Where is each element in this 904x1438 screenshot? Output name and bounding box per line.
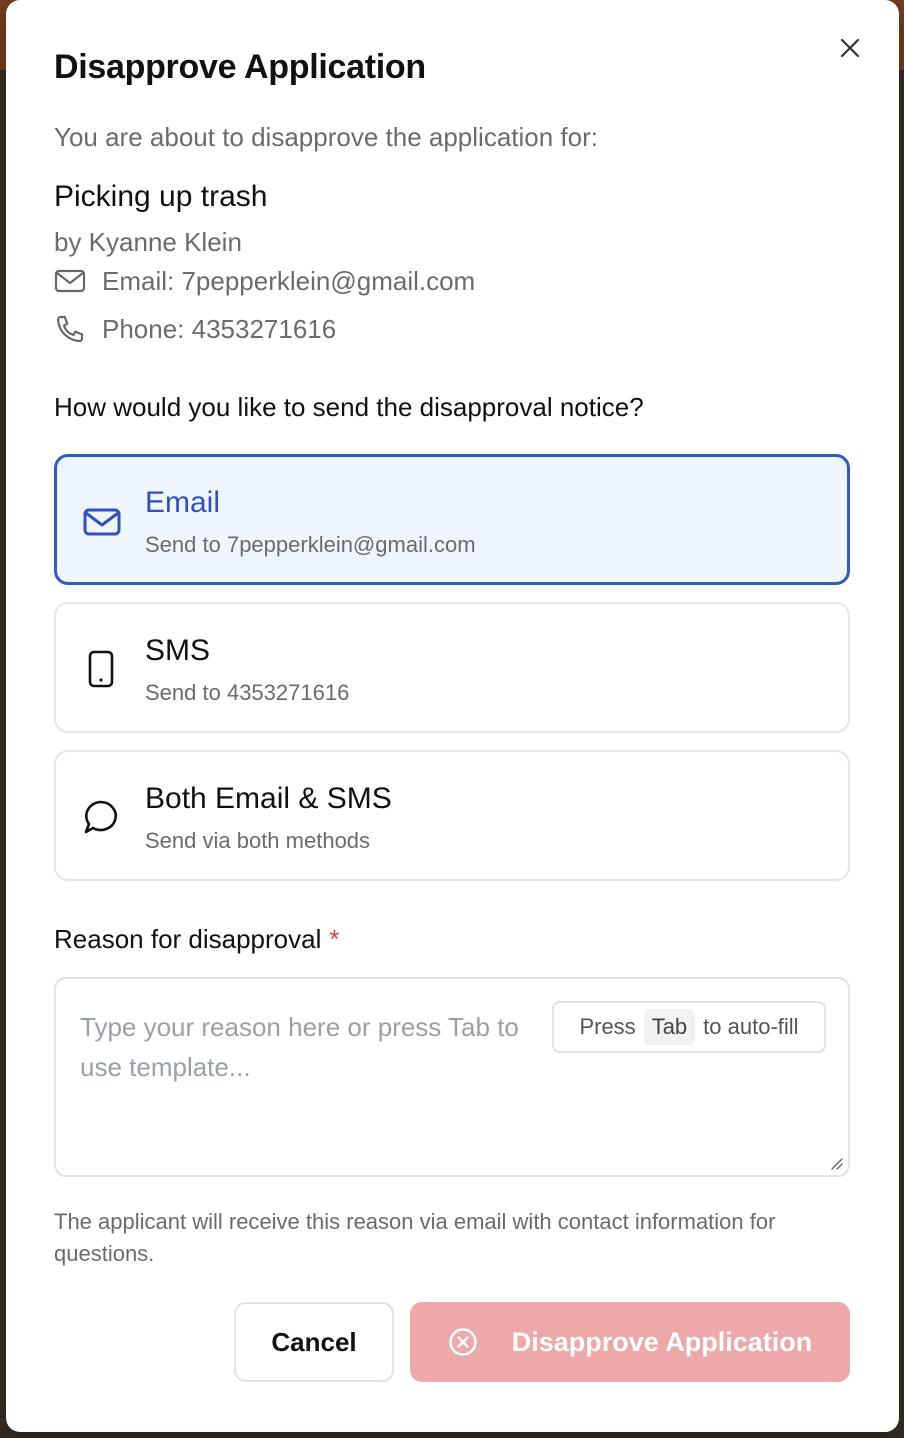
disapprove-dialog: Disapprove Application You are about to … xyxy=(6,0,899,1432)
hint-prefix: Press xyxy=(579,1014,636,1039)
application-name: Picking up trash xyxy=(54,180,268,213)
cancel-button[interactable]: Cancel xyxy=(234,1302,394,1382)
disapprove-button[interactable]: Disapprove Application xyxy=(410,1302,850,1382)
disapprove-button-label: Disapprove Application xyxy=(511,1326,813,1357)
required-indicator: * xyxy=(329,924,340,954)
tab-key-badge: Tab xyxy=(643,1009,696,1045)
close-icon xyxy=(840,38,860,58)
mail-icon xyxy=(81,501,123,543)
option-subtitle: Send to 4353271616 xyxy=(145,680,350,705)
autofill-hint: Press Tab to auto-fill xyxy=(552,1001,826,1053)
reason-field: Press Tab to auto-fill xyxy=(54,977,850,1177)
phone-icon xyxy=(54,313,86,345)
close-button[interactable] xyxy=(832,30,868,66)
delivery-option-email[interactable]: Email Send to 7pepperklein@gmail.com xyxy=(54,454,850,585)
chat-bubble-icon xyxy=(80,796,122,838)
x-circle-icon xyxy=(449,1328,477,1356)
dialog-subtitle: You are about to disapprove the applicat… xyxy=(54,122,598,152)
option-title: Email xyxy=(145,486,221,519)
delivery-option-both[interactable]: Both Email & SMS Send via both methods xyxy=(54,750,850,881)
hint-suffix: to auto-fill xyxy=(703,1014,799,1039)
reason-label: Reason for disapproval * xyxy=(54,924,340,955)
contact-email-row: Email: 7pepperklein@gmail.com xyxy=(54,265,475,297)
contact-email-text: Email: 7pepperklein@gmail.com xyxy=(102,265,476,296)
option-title: SMS xyxy=(145,634,211,667)
resize-grip-icon[interactable] xyxy=(828,1155,844,1171)
option-title: Both Email & SMS xyxy=(145,782,392,815)
application-author: by Kyanne Klein xyxy=(54,227,242,257)
mail-icon xyxy=(54,265,86,297)
option-subtitle: Send via both methods xyxy=(145,828,371,853)
delivery-option-sms[interactable]: SMS Send to 4353271616 xyxy=(54,602,850,733)
delivery-question: How would you like to send the disapprov… xyxy=(54,392,644,422)
contact-phone-text: Phone: 4353271616 xyxy=(102,313,337,344)
contact-phone-row: Phone: 4353271616 xyxy=(54,313,336,345)
option-subtitle: Send to 7pepperklein@gmail.com xyxy=(145,532,476,557)
reason-label-text: Reason for disapproval xyxy=(54,924,322,954)
phone-device-icon xyxy=(80,648,122,690)
reason-helper-text: The applicant will receive this reason v… xyxy=(54,1209,776,1266)
dialog-title: Disapprove Application xyxy=(54,48,426,86)
